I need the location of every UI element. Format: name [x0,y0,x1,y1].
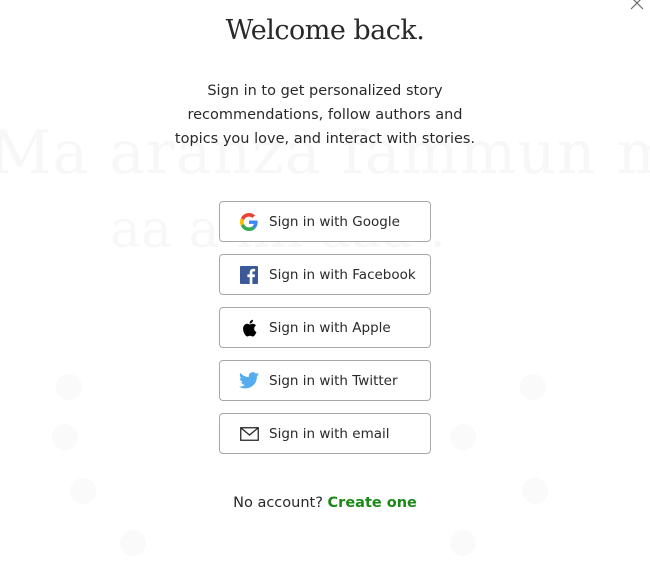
close-icon [630,0,644,10]
close-button[interactable] [628,0,646,12]
facebook-icon [239,265,259,285]
sign-in-modal: Welcome back. Sign in to get personalize… [0,0,650,570]
sign-in-email-button[interactable]: Sign in with email [219,413,431,454]
apple-icon [239,318,259,338]
sign-in-options: Sign in with Google Sign in with Faceboo… [219,201,431,466]
modal-subtitle: Sign in to get personalized story recomm… [174,83,476,147]
google-icon [239,212,259,232]
sign-in-facebook-button[interactable]: Sign in with Facebook [219,254,431,295]
twitter-icon [239,371,259,391]
twitter-button-label: Sign in with Twitter [269,372,398,389]
mail-icon [239,424,259,444]
sign-in-twitter-button[interactable]: Sign in with Twitter [219,360,431,401]
email-button-label: Sign in with email [269,425,390,442]
create-account-row: No account? Create one [0,495,650,511]
sign-in-apple-button[interactable]: Sign in with Apple [219,307,431,348]
no-account-text: No account? [233,495,323,511]
apple-button-label: Sign in with Apple [269,319,391,336]
facebook-button-label: Sign in with Facebook [269,266,416,283]
sign-in-google-button[interactable]: Sign in with Google [219,201,431,242]
modal-title: Welcome back. [225,15,425,46]
create-account-link[interactable]: Create one [328,495,417,511]
google-button-label: Sign in with Google [269,213,400,230]
